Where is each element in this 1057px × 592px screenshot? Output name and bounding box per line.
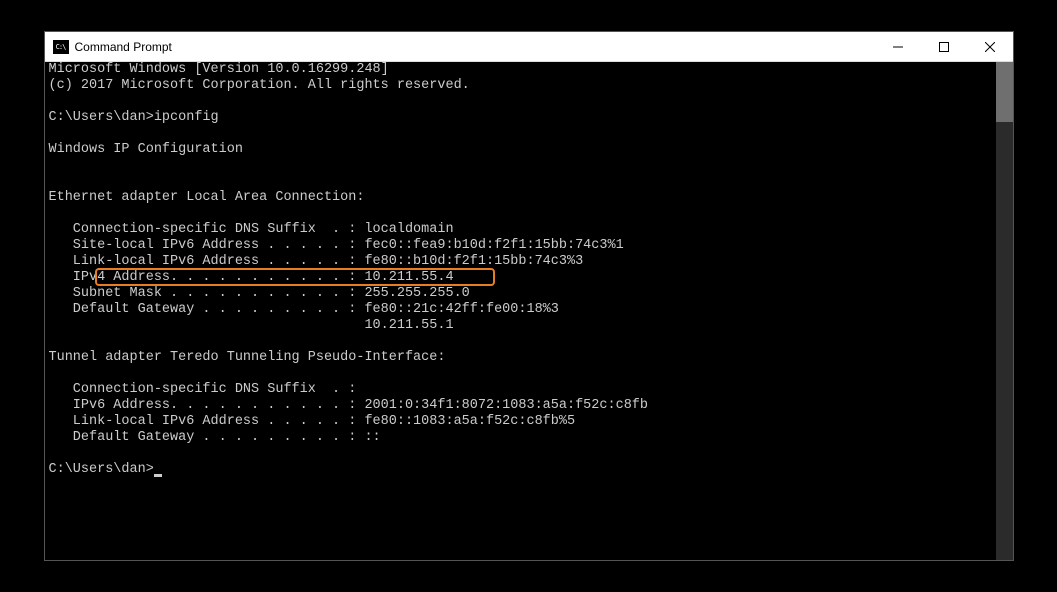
titlebar[interactable]: C:\ Command Prompt: [45, 32, 1013, 62]
terminal-line: Ethernet adapter Local Area Connection:: [49, 190, 1009, 206]
terminal-output[interactable]: Microsoft Windows [Version 10.0.16299.24…: [45, 62, 1013, 560]
terminal-line: Connection-specific DNS Suffix . : local…: [49, 222, 1009, 238]
minimize-button[interactable]: [875, 32, 921, 62]
close-button[interactable]: [967, 32, 1013, 62]
terminal-line: [49, 446, 1009, 462]
terminal-line: Subnet Mask . . . . . . . . . . . : 255.…: [49, 286, 1009, 302]
terminal-line: 10.211.55.1: [49, 318, 1009, 334]
scrollbar[interactable]: [996, 62, 1013, 560]
terminal-line: Microsoft Windows [Version 10.0.16299.24…: [49, 62, 1009, 78]
terminal-line: Link-local IPv6 Address . . . . . : fe80…: [49, 414, 1009, 430]
window-controls: [875, 32, 1013, 61]
terminal-line: Windows IP Configuration: [49, 142, 1009, 158]
scrollbar-thumb[interactable]: [996, 62, 1013, 122]
terminal-line: C:\Users\dan>ipconfig: [49, 110, 1009, 126]
terminal-line: Default Gateway . . . . . . . . . : ::: [49, 430, 1009, 446]
terminal-line: IPv6 Address. . . . . . . . . . . : 2001…: [49, 398, 1009, 414]
terminal-line: [49, 366, 1009, 382]
terminal-line: [49, 334, 1009, 350]
terminal-line: (c) 2017 Microsoft Corporation. All righ…: [49, 78, 1009, 94]
app-icon: C:\: [53, 40, 69, 54]
terminal-line: [49, 206, 1009, 222]
terminal-line: [49, 126, 1009, 142]
cursor-icon: [154, 474, 162, 477]
terminal-line: Connection-specific DNS Suffix . :: [49, 382, 1009, 398]
terminal-line: [49, 158, 1009, 174]
terminal-line: [49, 174, 1009, 190]
terminal-line: Link-local IPv6 Address . . . . . : fe80…: [49, 254, 1009, 270]
maximize-button[interactable]: [921, 32, 967, 62]
terminal-prompt[interactable]: C:\Users\dan>: [49, 462, 1009, 478]
terminal-line: IPv4 Address. . . . . . . . . . . : 10.2…: [49, 270, 1009, 286]
command-prompt-window: C:\ Command Prompt Microsoft Windows [Ve…: [44, 31, 1014, 561]
terminal-line: Site-local IPv6 Address . . . . . : fec0…: [49, 238, 1009, 254]
terminal-line: [49, 94, 1009, 110]
window-title: Command Prompt: [75, 40, 875, 54]
terminal-line: Tunnel adapter Teredo Tunneling Pseudo-I…: [49, 350, 1009, 366]
terminal-line: Default Gateway . . . . . . . . . : fe80…: [49, 302, 1009, 318]
